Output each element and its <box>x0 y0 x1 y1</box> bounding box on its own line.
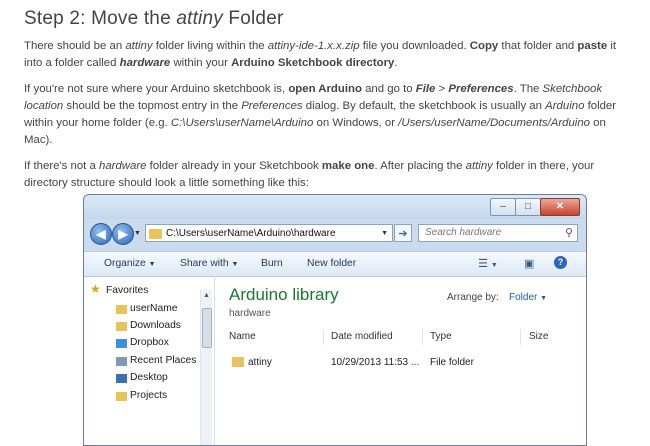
file-type: File folder <box>430 357 474 368</box>
paragraph-2: If you're not sure where your Arduino sk… <box>24 83 617 146</box>
title-bar: – □ ✕ <box>84 195 586 219</box>
nav-item-recent-places[interactable]: Recent Places <box>116 355 196 366</box>
downloads-folder-icon <box>116 322 127 331</box>
article: Step 2: Move the attiny Folder There sho… <box>24 8 634 201</box>
library-subtitle: hardware <box>229 308 271 319</box>
chevron-down-icon[interactable]: ▼ <box>381 225 388 243</box>
search-icon[interactable]: ⚲ <box>565 225 573 241</box>
command-bar: Organize ▼ Share with ▼ Burn New folder … <box>84 251 586 277</box>
organize-button[interactable]: Organize ▼ <box>104 258 156 269</box>
view-options-icon[interactable]: ☰ ▼ <box>478 257 498 270</box>
nav-item-projects[interactable]: Projects <box>116 390 167 401</box>
arrange-by-dropdown[interactable]: Folder ▼ <box>509 292 547 303</box>
arrange-by-label: Arrange by: <box>447 292 499 303</box>
chevron-down-icon: ▼ <box>231 261 239 268</box>
dropbox-icon <box>116 339 127 348</box>
star-icon: ★ <box>90 282 101 296</box>
column-header-date-modified[interactable]: Date modified <box>331 331 393 342</box>
paragraph-3: If there's not a hardware folder already… <box>24 160 595 189</box>
nav-item-desktop[interactable]: Desktop <box>116 372 168 383</box>
library-title: Arduino library <box>229 285 339 304</box>
back-arrow-icon[interactable]: ◀ <box>90 223 112 245</box>
content-pane: Arduino library hardware Arrange by: Fol… <box>215 277 586 445</box>
maximize-button[interactable]: □ <box>515 198 541 216</box>
nav-item-downloads[interactable]: Downloads <box>116 320 181 331</box>
column-header-type[interactable]: Type <box>430 331 452 342</box>
address-bar[interactable]: C:\Users\userName\Arduino\hardware ▼ <box>145 224 393 242</box>
paragraph-1: There should be an attiny folder living … <box>24 40 617 69</box>
new-folder-button[interactable]: New folder <box>307 258 356 269</box>
section-heading: Step 2: Move the attiny Folder <box>24 8 284 29</box>
navigation-pane: ★ Favorites userName Downloads Dropbox R… <box>84 277 215 445</box>
column-divider[interactable] <box>520 329 521 345</box>
recent-places-icon <box>116 357 127 366</box>
chevron-down-icon: ▼ <box>148 261 156 268</box>
folder-icon <box>149 229 162 239</box>
chevron-down-icon: ▼ <box>540 295 548 302</box>
share-with-button[interactable]: Share with ▼ <box>180 258 238 269</box>
folder-icon <box>116 392 127 401</box>
explorer-window: – □ ✕ ◀ ▶ ▼ C:\Users\userName\Arduino\ha… <box>83 194 587 446</box>
column-header-name[interactable]: Name <box>229 331 256 342</box>
folder-icon <box>116 305 127 314</box>
search-input[interactable]: Search hardware ⚲ <box>418 224 578 242</box>
preview-pane-icon[interactable]: ▣ <box>524 257 534 270</box>
scrollbar-thumb[interactable] <box>202 308 212 348</box>
help-icon[interactable]: ? <box>554 256 567 269</box>
chevron-up-icon[interactable]: ▲ <box>201 292 212 299</box>
column-divider[interactable] <box>422 329 423 345</box>
history-dropdown-icon[interactable]: ▼ <box>134 230 141 237</box>
folder-icon <box>232 357 244 367</box>
nav-scrollbar[interactable]: ▲ <box>200 290 212 445</box>
burn-button[interactable]: Burn <box>261 258 283 269</box>
file-name: attiny <box>248 357 272 368</box>
navigation-row: ◀ ▶ ▼ C:\Users\userName\Arduino\hardware… <box>84 221 586 247</box>
column-header-size[interactable]: Size <box>529 331 548 342</box>
forward-arrow-icon[interactable]: ▶ <box>112 223 134 245</box>
close-button[interactable]: ✕ <box>540 198 580 216</box>
file-date: 10/29/2013 11:53 ... <box>331 357 420 368</box>
column-divider[interactable] <box>323 329 324 345</box>
desktop-icon <box>116 374 127 383</box>
minimize-button[interactable]: – <box>490 198 516 216</box>
nav-item-username[interactable]: userName <box>116 303 178 314</box>
go-arrow-icon[interactable]: ➔ <box>394 224 412 242</box>
nav-favorites[interactable]: ★ Favorites <box>90 282 148 296</box>
nav-item-dropbox[interactable]: Dropbox <box>116 337 169 348</box>
